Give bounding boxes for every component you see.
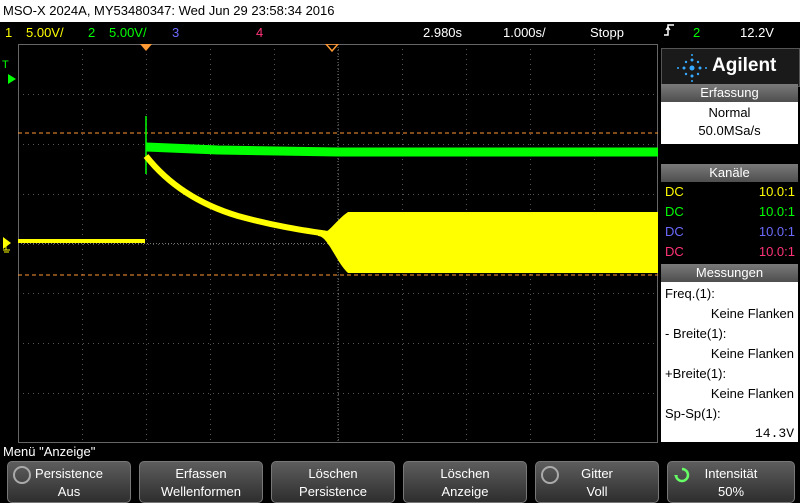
softkey-line2: Voll <box>586 484 608 499</box>
acquisition-mode: Normal <box>708 105 751 120</box>
ch2-ground-marker-icon[interactable] <box>8 71 18 89</box>
title-bar: MSO-X 2024A, MY53480347: Wed Jun 29 23:5… <box>0 0 800 22</box>
ch2-number[interactable]: 2 <box>88 22 95 44</box>
timebase-scale[interactable]: 1.000s/ <box>503 22 546 44</box>
ch2-coupling: DC <box>665 204 684 219</box>
ch3-number[interactable]: 3 <box>172 22 179 44</box>
measurement-name: Freq.(1): <box>665 286 715 301</box>
trigger-level[interactable]: 12.2V <box>740 22 774 44</box>
ch1-coupling: DC <box>665 184 684 199</box>
ch1-oscillation-band <box>318 212 658 273</box>
timebase-position[interactable]: 2.980s <box>423 22 462 44</box>
softkey-line2: 50% <box>717 484 745 499</box>
agilent-spark-icon <box>677 54 707 82</box>
info-panel: Agilent Erfassung Normal 50.0MSa/s Kanäl… <box>659 44 800 443</box>
measurements-header: Messungen <box>661 264 798 282</box>
brand-logo: Agilent <box>661 48 800 87</box>
clear-persistence-softkey[interactable]: Löschen Persistence <box>271 461 395 503</box>
ch4-coupling: DC <box>665 244 684 259</box>
ch1-number[interactable]: 1 <box>5 22 12 44</box>
measurement-name: Sp-Sp(1): <box>665 406 721 421</box>
measurement-value: Keine Flanken <box>710 306 794 321</box>
softkey-line1: Löschen <box>440 466 490 481</box>
measurement-name: - Breite(1): <box>665 326 727 341</box>
softkey-line2: Aus <box>57 484 81 499</box>
clear-display-softkey[interactable]: Löschen Anzeige <box>403 461 527 503</box>
menu-label: Menü "Anzeige" <box>0 443 663 460</box>
grid-softkey[interactable]: Gitter Voll <box>535 461 659 503</box>
channels-header: Kanäle <box>661 164 798 182</box>
acquisition-header: Erfassung <box>661 84 798 102</box>
softkey-line1: Persistence <box>35 466 103 481</box>
ch1-ground-marker-icon[interactable] <box>1 233 17 258</box>
ch2-scale[interactable]: 5.00V/ <box>109 22 147 44</box>
ch4-number[interactable]: 4 <box>256 22 263 44</box>
ch1-scale[interactable]: 5.00V/ <box>26 22 64 44</box>
measurement-value: 14.3V <box>754 426 794 441</box>
measurements-box[interactable]: Freq.(1): Keine Flanken - Breite(1): Kei… <box>661 282 798 442</box>
softkey-line2: Anzeige <box>441 484 489 499</box>
measurement-value: Keine Flanken <box>710 346 794 361</box>
softkey-line1: Gitter <box>581 466 613 481</box>
ch2-trace <box>145 142 658 157</box>
ch3-probe: 10.0:1 <box>758 224 795 239</box>
ch2-probe: 10.0:1 <box>758 204 795 219</box>
softkey-line1: Intensität <box>704 466 758 481</box>
softkey-line1: Löschen <box>308 466 358 481</box>
persistence-softkey[interactable]: Persistence Aus <box>7 461 131 503</box>
sample-rate: 50.0MSa/s <box>698 123 761 138</box>
softkey-line2: Wellenformen <box>161 484 241 499</box>
trigger-marker-label: T <box>2 59 9 71</box>
measurement-name: +Breite(1): <box>665 366 727 381</box>
brand-name: Agilent <box>712 55 777 76</box>
acquisition-box[interactable]: Normal 50.0MSa/s <box>661 102 798 144</box>
trigger-source[interactable]: 2 <box>693 22 700 44</box>
window-title: MSO-X 2024A, MY53480347: Wed Jun 29 23:5… <box>3 3 335 18</box>
channels-box[interactable]: DC 10.0:1 DC 10.0:1 DC 10.0:1 DC 10.0:1 <box>661 182 798 262</box>
capture-waveforms-softkey[interactable]: Erfassen Wellenformen <box>139 461 263 503</box>
ch3-coupling: DC <box>665 224 684 239</box>
ch1-probe: 10.0:1 <box>758 184 795 199</box>
softkey-line1: Erfassen <box>175 466 227 481</box>
status-bar: 1 5.00V/ 2 5.00V/ 3 4 2.980s 1.000s/ Sto… <box>0 22 800 44</box>
measurement-value: Keine Flanken <box>710 386 794 401</box>
intensity-softkey[interactable]: Intensität 50% <box>667 461 795 503</box>
ch4-probe: 10.0:1 <box>758 244 795 259</box>
waveform-display[interactable] <box>18 44 658 443</box>
run-state[interactable]: Stopp <box>590 22 624 44</box>
trigger-edge-icon <box>663 22 675 44</box>
softkey-line2: Persistence <box>299 484 367 499</box>
trigger-level-marker-icon[interactable]: T <box>2 59 9 71</box>
